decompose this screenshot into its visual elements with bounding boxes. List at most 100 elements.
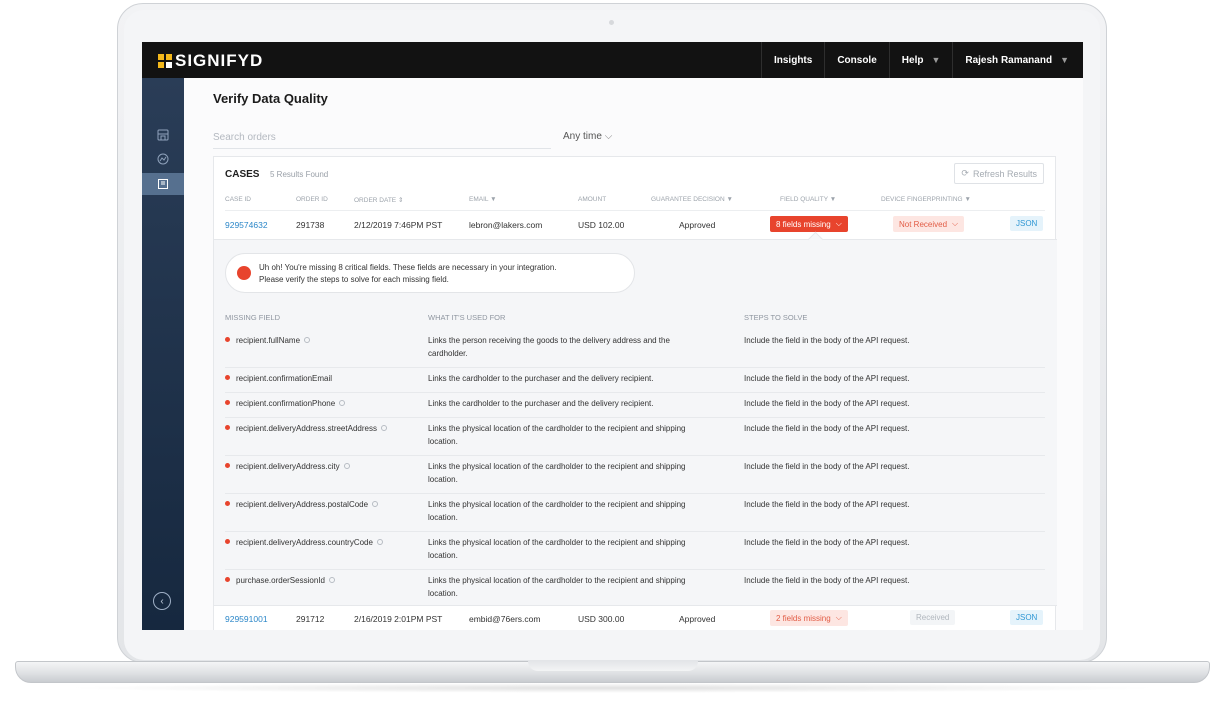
- missing-dot-icon: [225, 400, 230, 405]
- help-icon[interactable]: [328, 577, 335, 583]
- field-use: Links the physical location of the cardh…: [428, 423, 686, 448]
- help-icon[interactable]: [380, 425, 387, 431]
- filter-icon: ▼: [964, 196, 971, 203]
- store-icon[interactable]: [154, 126, 172, 144]
- field-use-line-2: cardholder.: [428, 348, 468, 358]
- col-amount[interactable]: AMOUNT: [578, 196, 606, 203]
- chevron-left-icon[interactable]: ‹: [153, 592, 171, 610]
- help-icon[interactable]: [372, 501, 379, 507]
- help-icon[interactable]: [339, 400, 346, 406]
- email: lebron@lakers.com: [469, 220, 543, 230]
- missing-dot-icon: [225, 501, 230, 506]
- filter-icon: ▼: [490, 196, 497, 203]
- laptop-notch: [528, 661, 698, 671]
- amount: USD 102.00: [578, 220, 625, 230]
- amount: USD 300.00: [578, 614, 625, 624]
- missing-dot-icon: [225, 337, 230, 342]
- field-steps: Include the field in the body of the API…: [744, 462, 910, 471]
- missing-dot-icon: [225, 539, 230, 544]
- field-steps: Include the field in the body of the API…: [744, 336, 910, 345]
- json-button[interactable]: JSON: [1010, 216, 1044, 231]
- field-steps: Include the field in the body of the API…: [744, 399, 910, 408]
- signifyd-logo[interactable]: SIGNIFYD: [158, 51, 263, 71]
- col-device-fingerprinting[interactable]: DEVICE FINGERPRINTING ▼: [881, 196, 971, 203]
- nav-help-menu[interactable]: Help ▼: [888, 42, 953, 78]
- refresh-results-button[interactable]: ⟳ Refresh Results: [954, 163, 1044, 184]
- camera-icon: [609, 20, 614, 25]
- chevron-down-icon: ▼: [1060, 55, 1069, 65]
- nav-insights-label: Insights: [773, 54, 813, 66]
- alert-line-2: Please verify the steps to solve for eac…: [259, 275, 449, 284]
- app-screen: SIGNIFYD Insights Console Help ▼ Rajesh R…: [142, 42, 1083, 630]
- field-use-line-1: Links the physical location of the cardh…: [428, 538, 686, 547]
- alert-text: Uh oh! You're missing 8 critical fields.…: [259, 262, 557, 286]
- missing-dot-icon: [225, 577, 230, 582]
- field-use: Links the physical location of the cardh…: [428, 461, 686, 486]
- field-quality-badge[interactable]: 8 fields missing ⌵: [770, 216, 848, 232]
- user-menu[interactable]: Rajesh Ramanand ▼: [952, 42, 1083, 78]
- col-order-date[interactable]: ORDER DATE ⇕: [354, 196, 403, 204]
- field-use-line-2: location.: [428, 474, 458, 484]
- laptop-shadow: [60, 683, 1165, 693]
- order-date: 2/12/2019 7:46PM PST: [354, 220, 443, 230]
- logo-mark-icon: [158, 54, 172, 68]
- field-name-text: recipient.deliveryAddress.postalCode: [236, 500, 369, 509]
- chart-icon[interactable]: [154, 150, 172, 168]
- user-name: Rajesh Ramanand: [965, 54, 1053, 66]
- col-device-label: DEVICE FINGERPRINTING: [881, 196, 963, 203]
- case-id-link[interactable]: 929574632: [225, 220, 268, 230]
- field-use-line-2: location.: [428, 436, 458, 446]
- fingerprint-label: Not Received: [899, 219, 948, 229]
- field-use: Links the person receiving the goods to …: [428, 335, 670, 360]
- nav-insights[interactable]: Insights: [760, 42, 824, 78]
- field-use-line-1: Links the person receiving the goods to …: [428, 336, 670, 345]
- col-case-id[interactable]: CASE ID: [225, 196, 251, 203]
- order-id: 291738: [296, 220, 325, 230]
- field-use: Links the physical location of the cardh…: [428, 499, 686, 524]
- col-guarantee-decision[interactable]: GUARANTEE DECISION ▼: [651, 196, 733, 203]
- field-use-line-1: Links the cardholder to the purchaser an…: [428, 399, 654, 408]
- alert-line-1: Uh oh! You're missing 8 critical fields.…: [259, 263, 557, 272]
- field-name: recipient.fullName: [225, 335, 311, 348]
- field-quality-badge[interactable]: 2 fields missing ⌵: [770, 610, 848, 626]
- refresh-icon: ⟳: [961, 168, 969, 178]
- table-row[interactable]: 929591001 291712 2/16/2019 2:01PM PST em…: [214, 605, 1057, 630]
- cases-title: CASES: [225, 169, 260, 180]
- field-use-line-1: Links the cardholder to the purchaser an…: [428, 374, 654, 383]
- field-name: recipient.deliveryAddress.streetAddress: [225, 423, 387, 436]
- help-icon[interactable]: [376, 539, 383, 545]
- field-use-line-2: location.: [428, 588, 458, 598]
- field-name-text: purchase.orderSessionId: [236, 576, 325, 585]
- time-filter-label: Any time: [563, 131, 602, 142]
- table-row[interactable]: 929574632 291738 2/12/2019 7:46PM PST le…: [214, 211, 1057, 239]
- data-quality-icon[interactable]: [154, 175, 172, 193]
- field-steps: Include the field in the body of the API…: [744, 424, 910, 433]
- field-name-text: recipient.confirmationPhone: [236, 399, 336, 408]
- nav-console[interactable]: Console: [824, 42, 888, 78]
- col-field-quality[interactable]: FIELD QUALITY ▼: [780, 196, 836, 203]
- case-id-link[interactable]: 929591001: [225, 614, 268, 624]
- field-name-text: recipient.fullName: [236, 336, 301, 345]
- fingerprint-badge[interactable]: Not Received ⌵: [893, 216, 965, 232]
- field-name-text: recipient.deliveryAddress.countryCode: [236, 538, 373, 547]
- table-header: CASE ID ORDER ID ORDER DATE ⇕ EMAIL ▼ AM…: [214, 196, 1057, 210]
- time-filter-dropdown[interactable]: Any time ⌵: [563, 131, 612, 142]
- help-icon[interactable]: [343, 463, 350, 469]
- col-order-id[interactable]: ORDER ID: [296, 196, 328, 203]
- field-quality-label: 8 fields missing: [776, 219, 831, 229]
- field-name: recipient.confirmationEmail: [225, 373, 332, 386]
- missing-field-row: recipient.confirmationPhone Links the ca…: [225, 392, 1045, 418]
- field-use: Links the cardholder to the purchaser an…: [428, 398, 653, 411]
- missing-fields-alert: Uh oh! You're missing 8 critical fields.…: [225, 253, 635, 293]
- field-name: recipient.deliveryAddress.postalCode: [225, 499, 379, 512]
- fingerprint-badge: Received: [910, 610, 956, 625]
- help-icon[interactable]: [304, 337, 311, 343]
- col-email[interactable]: EMAIL ▼: [469, 196, 497, 203]
- filter-icon: ▼: [726, 196, 733, 203]
- results-count: 5 Results Found: [270, 170, 329, 179]
- chevron-down-icon: ⌵: [835, 613, 842, 622]
- json-button[interactable]: JSON: [1010, 610, 1044, 625]
- guarantee-decision: Approved: [679, 614, 716, 624]
- search-input[interactable]: [213, 126, 551, 149]
- nav-console-label: Console: [837, 54, 877, 66]
